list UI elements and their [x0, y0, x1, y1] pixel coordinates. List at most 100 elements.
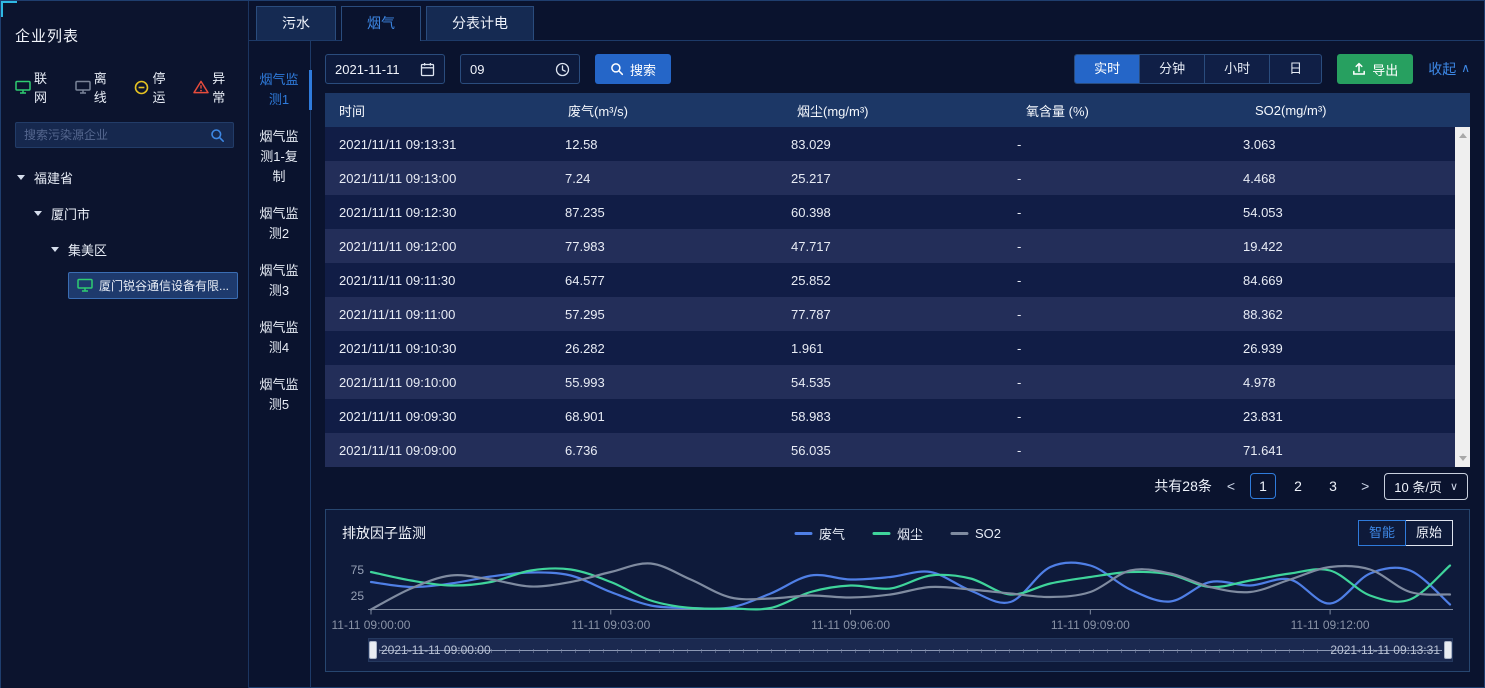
page-button-1[interactable]: 1: [1250, 473, 1276, 499]
table-cell: -: [1003, 137, 1229, 152]
table-row[interactable]: 2021/11/11 09:09:3068.90158.983-23.831: [325, 399, 1455, 433]
table-cell: 7.24: [551, 171, 777, 186]
tree-node-label: 厦门市: [51, 204, 90, 223]
subtab-item[interactable]: 烟气监测1: [249, 70, 312, 110]
subtab-item[interactable]: 烟气监测5: [249, 375, 312, 415]
legend-label: SO2: [975, 526, 1001, 541]
table-row[interactable]: 2021/11/11 09:11:0057.29577.787-88.362: [325, 297, 1455, 331]
granularity-小时[interactable]: 小时: [1204, 55, 1269, 83]
subtab-item[interactable]: 烟气监测1-复制: [249, 127, 312, 187]
table-cell: 88.362: [1229, 307, 1455, 322]
mode-原始[interactable]: 原始: [1405, 520, 1453, 546]
scroll-down-icon[interactable]: [1459, 456, 1467, 461]
tree-caret-icon[interactable]: [17, 175, 25, 180]
legend-SO2[interactable]: SO2: [950, 524, 1001, 543]
tree-node[interactable]: 厦门市: [1, 200, 248, 226]
table-cell: 60.398: [777, 205, 1003, 220]
table-row[interactable]: 2021/11/11 09:12:0077.98347.717-19.422: [325, 229, 1455, 263]
tab-污水[interactable]: 污水: [256, 6, 336, 40]
tree-node[interactable]: 集美区: [1, 236, 248, 262]
time-range-slider[interactable]: 2021-11-11 09:00:00 2021-11-11 09:13:31: [368, 638, 1453, 662]
table-row[interactable]: 2021/11/11 09:10:0055.99354.535-4.978: [325, 365, 1455, 399]
collapse-link[interactable]: 收起∧: [1428, 59, 1470, 79]
tree-node[interactable]: 福建省: [1, 164, 248, 190]
table-cell: 68.901: [551, 409, 777, 424]
table-row[interactable]: 2021/11/11 09:13:3112.5883.029-3.063: [325, 127, 1455, 161]
x-tick-label: 11-11 09:03:00: [571, 618, 650, 632]
monitor-online-icon: [15, 80, 31, 94]
table-row[interactable]: 2021/11/11 09:13:007.2425.217-4.468: [325, 161, 1455, 195]
legend-废气[interactable]: 废气: [794, 524, 845, 543]
top-tabbar: 污水烟气分表计电: [249, 1, 1484, 41]
tree-node-selected[interactable]: 厦门锐谷通信设备有限...: [68, 272, 238, 299]
scroll-up-icon[interactable]: [1459, 133, 1467, 138]
table-cell: 54.535: [777, 375, 1003, 390]
subtab-item[interactable]: 烟气监测2: [249, 204, 312, 244]
date-input[interactable]: [335, 62, 420, 77]
next-page-button[interactable]: >: [1359, 478, 1371, 494]
table-row[interactable]: 2021/11/11 09:10:3026.2821.961-26.939: [325, 331, 1455, 365]
status-legend-item: 异常: [193, 68, 236, 106]
table-cell: 64.577: [551, 273, 777, 288]
time-granularity-group: 实时分钟小时日: [1074, 54, 1322, 84]
main-area: 污水烟气分表计电 烟气监测1烟气监测1-复制烟气监测2烟气监测3烟气监测4烟气监…: [249, 1, 1484, 687]
table-row[interactable]: 2021/11/11 09:11:3064.57725.852-84.669: [325, 263, 1455, 297]
table-cell: 26.282: [551, 341, 777, 356]
toolbar: 搜索 实时分钟小时日 导出 收起∧: [325, 41, 1470, 93]
status-legend-item: 离线: [75, 68, 118, 106]
table-scrollbar[interactable]: [1455, 127, 1470, 467]
legend-label: 废气: [819, 524, 845, 543]
page-button-2[interactable]: 2: [1285, 473, 1311, 499]
x-axis-labels: 11-11 09:00:0011-11 09:03:0011-11 09:06:…: [368, 616, 1453, 634]
table-cell: -: [1003, 443, 1229, 458]
granularity-日[interactable]: 日: [1269, 55, 1321, 83]
table-row[interactable]: 2021/11/11 09:12:3087.23560.398-54.053: [325, 195, 1455, 229]
corner-accent: [1, 1, 17, 17]
hour-input[interactable]: [470, 62, 555, 77]
export-button[interactable]: 导出: [1337, 54, 1413, 84]
mode-智能[interactable]: 智能: [1358, 520, 1406, 546]
page-size-select[interactable]: 10 条/页 ∨: [1384, 473, 1468, 500]
table-cell: 2021/11/11 09:13:31: [325, 137, 551, 152]
prev-page-button[interactable]: <: [1225, 478, 1237, 494]
legend-label: 烟尘: [897, 524, 923, 543]
date-picker[interactable]: [325, 54, 445, 84]
search-button[interactable]: 搜索: [595, 54, 671, 84]
table-cell: 25.217: [777, 171, 1003, 186]
emission-chart-panel: 排放因子监测 废气烟尘SO2 智能原始 75 25 11-11 09:00:00…: [325, 509, 1470, 672]
tree-caret-icon[interactable]: [51, 247, 59, 252]
search-icon: [610, 62, 624, 76]
monitor-point-tabs: 烟气监测1 烟气监测1-复制烟气监测2 烟气监测3 烟气监测4 烟气监测5: [249, 41, 311, 688]
table-cell: 71.641: [1229, 443, 1455, 458]
table-cell: 58.983: [777, 409, 1003, 424]
x-tick-label: 11-11 09:06:00: [811, 618, 890, 632]
table-cell: 47.717: [777, 239, 1003, 254]
table-cell: 2021/11/11 09:11:30: [325, 273, 551, 288]
status-legend-label: 离线: [94, 68, 118, 106]
enterprise-search-box[interactable]: [15, 122, 234, 148]
granularity-分钟[interactable]: 分钟: [1139, 55, 1204, 83]
table-cell: 4.468: [1229, 171, 1455, 186]
hour-picker[interactable]: [460, 54, 580, 84]
tab-分表计电[interactable]: 分表计电: [426, 6, 534, 40]
search-input[interactable]: [16, 128, 206, 142]
table-cell: 2021/11/11 09:12:30: [325, 205, 551, 220]
table-row[interactable]: 2021/11/11 09:09:006.73656.035-71.641: [325, 433, 1455, 467]
search-icon[interactable]: [206, 128, 233, 143]
column-header: 废气(m³/s): [554, 101, 783, 120]
granularity-实时[interactable]: 实时: [1075, 55, 1139, 83]
sidebar-title: 企业列表: [1, 1, 248, 46]
legend-烟尘[interactable]: 烟尘: [872, 524, 923, 543]
calendar-icon: [420, 62, 435, 77]
slider-handle-end[interactable]: [1444, 641, 1452, 659]
subtab-item[interactable]: 烟气监测4: [249, 318, 312, 358]
tree-caret-icon[interactable]: [34, 211, 42, 216]
slider-handle-start[interactable]: [369, 641, 377, 659]
table-cell: -: [1003, 273, 1229, 288]
subtab-item[interactable]: 烟气监测3: [249, 261, 312, 301]
page-button-3[interactable]: 3: [1320, 473, 1346, 499]
tree-node[interactable]: 厦门锐谷通信设备有限...: [1, 272, 248, 298]
slider-start-label: 2021-11-11 09:00:00: [381, 643, 491, 657]
tree-node-label: 厦门锐谷通信设备有限...: [99, 277, 229, 294]
tab-烟气[interactable]: 烟气: [341, 6, 421, 41]
